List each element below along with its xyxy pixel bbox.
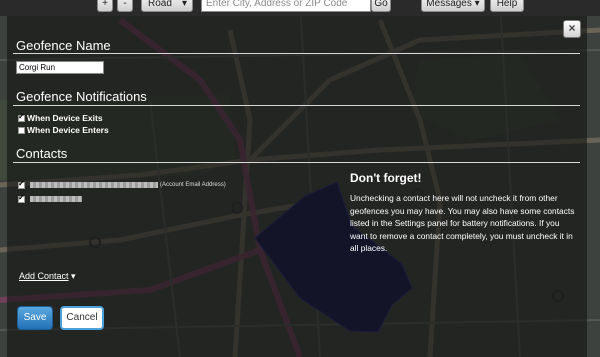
divider [13,53,580,54]
chevron-down-icon: ▾ [71,271,76,281]
go-button[interactable]: Go [371,0,391,12]
dont-forget-message: Unchecking a contact here will not unche… [350,193,575,254]
close-icon: × [568,21,576,35]
add-contact-label: Add Contact [19,271,69,281]
map-type-label: Road [148,0,172,9]
chevron-down-icon: ▾ [474,0,480,9]
divider [13,162,580,163]
add-contact-link[interactable]: Add Contact ▾ [19,271,76,282]
contact-email-redacted [30,196,82,202]
messages-button[interactable]: Messages ▾ [421,0,485,12]
close-button[interactable]: × [563,20,581,38]
when-enters-checkbox[interactable] [18,127,25,134]
cancel-button[interactable]: Cancel [60,306,104,330]
dont-forget-title: Don't forget! [350,171,422,185]
notifications-heading: Geofence Notifications [16,89,147,104]
when-enters-label: When Device Enters [27,125,109,135]
zoom-in-button[interactable]: + [97,0,113,12]
contact-checkbox[interactable] [18,193,25,203]
location-search-input[interactable]: Enter City, Address or ZIP Code [201,0,371,12]
when-exits-label: When Device Exits [27,113,103,123]
contact-note: (Account Email Address) [160,182,226,188]
save-button[interactable]: Save [17,306,53,330]
chevron-down-icon: ▾ [181,0,187,9]
when-exits-checkbox[interactable] [18,112,25,122]
contacts-heading: Contacts [16,146,68,161]
map-toolbar: + - Road ▾ Enter City, Address or ZIP Co… [0,0,600,16]
messages-label: Messages [426,0,472,9]
geofence-name-heading: Geofence Name [16,38,111,53]
zoom-out-button[interactable]: - [117,0,133,12]
contact-email-redacted [30,182,158,188]
divider [13,105,580,106]
contact-checkbox[interactable] [18,179,25,189]
geofence-name-input[interactable]: Corgi Run [16,61,104,74]
help-button[interactable]: Help [490,0,524,12]
map-type-select[interactable]: Road ▾ [141,0,193,12]
